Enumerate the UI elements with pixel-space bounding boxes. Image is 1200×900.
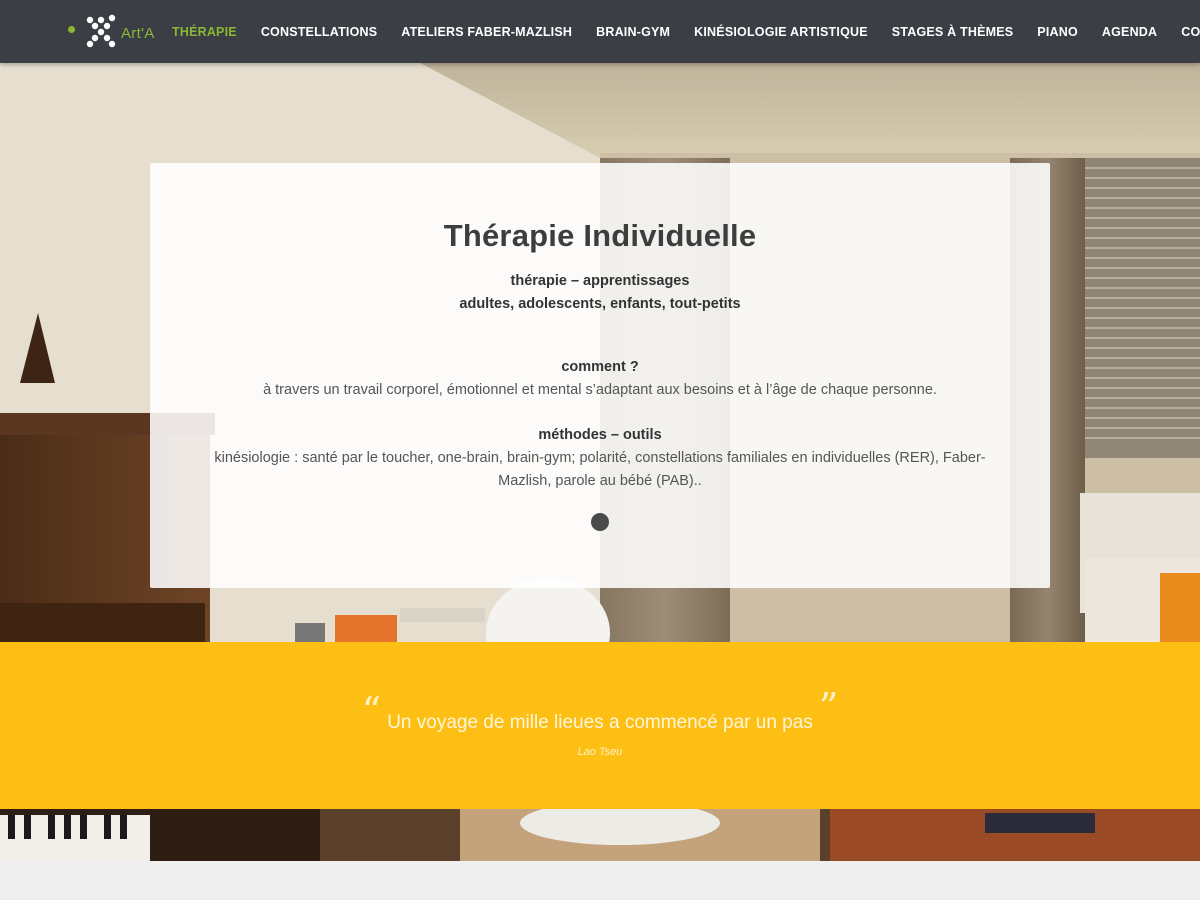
quote-text: Un voyage de mille lieues a commencé par… — [387, 712, 813, 733]
logo-text: Art'A — [121, 24, 155, 42]
open-quote-icon: “ — [361, 689, 382, 733]
slider-pager-dot[interactable] — [591, 513, 609, 531]
quote-author: Lao Tseu — [577, 746, 623, 758]
close-quote-icon: ” — [818, 685, 839, 729]
nav-item-therapie[interactable]: Thérapie — [160, 25, 249, 39]
subtitle-line-2: adultes, adolescents, enfants, tout-peti… — [459, 296, 741, 312]
nav-item-stages-a-themes[interactable]: Stages à Thèmes — [880, 25, 1026, 39]
therapy-info-card: Thérapie Individuelle thérapie – apprent… — [150, 163, 1050, 588]
logo-dot-icon — [68, 25, 75, 33]
nav-item-constellations[interactable]: Constellations — [249, 25, 389, 39]
nav-item-brain-gym[interactable]: Brain-Gym — [584, 25, 682, 39]
nav-item-agenda[interactable]: Agenda — [1090, 25, 1169, 39]
nav-item-kinesiologie-artistique[interactable]: Kinésiologie Artistique — [682, 25, 880, 39]
nav-item-piano[interactable]: Piano — [1025, 25, 1090, 39]
subtitle-line-1: thérapie – apprentissages — [510, 273, 690, 289]
site-logo[interactable]: Art'A — [68, 13, 155, 49]
section-heading-methodes: méthodes – outils — [538, 427, 662, 443]
nav-item-ateliers-faber-mazlish[interactable]: Ateliers Faber-Mazlish — [389, 25, 584, 39]
nav-item-contact[interactable]: Contact — [1169, 25, 1200, 39]
logo-mark-icon — [86, 14, 116, 48]
section-text-comment: à travers un travail corporel, émotionne… — [263, 382, 937, 398]
bottom-background-image — [0, 809, 1200, 861]
bottom-content-strip — [0, 861, 1200, 900]
quote-line: “ Un voyage de mille lieues a commencé p… — [0, 688, 1200, 738]
main-menu: Thérapie Constellations Ateliers Faber-M… — [160, 0, 1200, 63]
quote-section: “ Un voyage de mille lieues a commencé p… — [0, 642, 1200, 809]
section-heading-comment: comment ? — [561, 359, 639, 375]
page-title: Thérapie Individuelle — [443, 218, 757, 253]
section-text-methodes: kinésiologie : santé par le toucher, one… — [214, 450, 986, 489]
hero-section: Thérapie Individuelle thérapie – apprent… — [0, 63, 1200, 642]
top-navbar: Art'A Thérapie Constellations Ateliers F… — [0, 0, 1200, 63]
